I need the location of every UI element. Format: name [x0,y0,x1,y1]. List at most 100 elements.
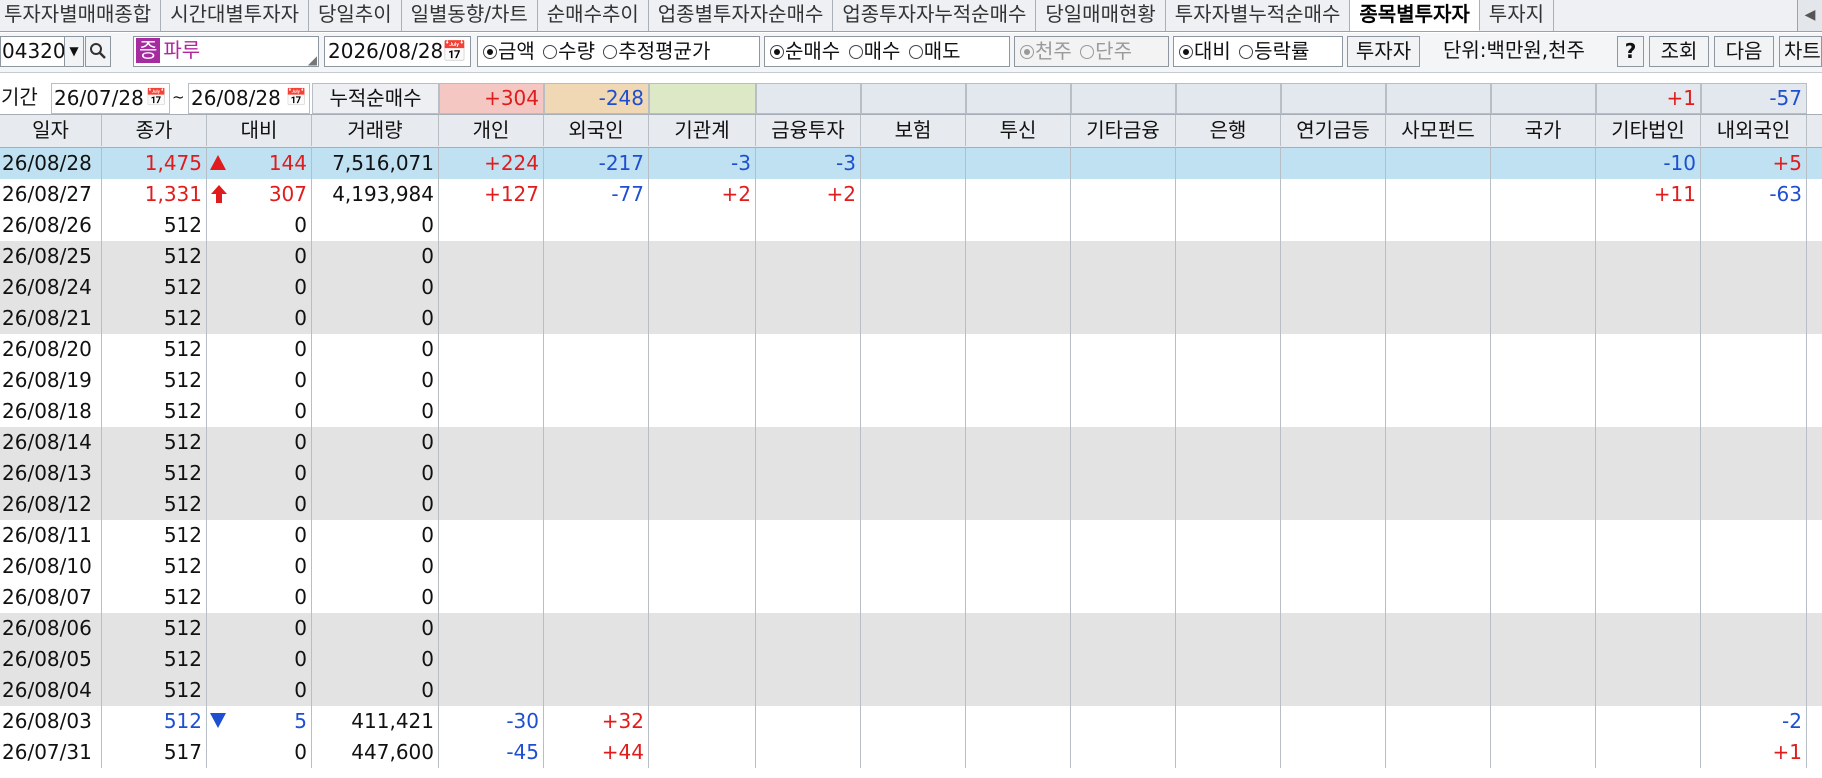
cell-value: 26/08/14 [2,430,92,454]
table-row[interactable]: 26/08/13 512 0 0 [0,458,1822,489]
table-row[interactable]: 26/08/19 512 0 0 [0,365,1822,396]
cell-종가: 512 [102,334,207,365]
table-row[interactable]: 26/08/04 512 0 0 [0,675,1822,706]
tab-0[interactable]: 투자자별매매종합 [0,0,162,31]
table-row[interactable]: 26/08/14 512 0 0 [0,427,1822,458]
table-row[interactable]: 26/07/31 517 0 447,600 -45 +44 +1 [0,737,1822,768]
to-calendar-icon[interactable]: 📅 [286,84,307,113]
radio-single-shares[interactable] [1080,45,1095,59]
col-header-5[interactable]: 외국인 [544,115,649,146]
col-header-14[interactable]: 국가 [1491,115,1596,146]
col-header-0[interactable]: 일자 [0,115,102,146]
radio-sell[interactable] [908,45,923,59]
cell-개인 [439,427,544,458]
radio-change-rate[interactable] [1239,45,1254,59]
col-header-2[interactable]: 대비 [207,115,312,146]
radio-buy[interactable] [848,45,863,59]
cell-기타법인 [1596,582,1701,613]
table-row[interactable]: 26/08/25 512 0 0 [0,241,1822,272]
table-row[interactable]: 26/08/10 512 0 0 [0,551,1822,582]
col-header-7[interactable]: 금융투자 [756,115,861,146]
table-row[interactable]: 26/08/06 512 0 0 [0,613,1822,644]
cell-내외국인 [1701,303,1807,334]
tab-9[interactable]: 종목별투자자 [1350,0,1480,31]
tab-scroll-left-icon[interactable]: ◀ [1797,0,1822,31]
col-header-6[interactable]: 기관계 [649,115,756,146]
table-row[interactable]: 26/08/21 512 0 0 [0,303,1822,334]
cell-국가 [1491,675,1596,706]
table-row[interactable]: 26/08/28 1,475 144 7,516,071 +224 -217 -3 -3 -10… [0,148,1822,179]
radio-compare[interactable] [1179,45,1193,59]
table-row[interactable]: 26/08/27 1,331 307 4,193,984 +127 -77 +2 +2 +11 -… [0,179,1822,210]
from-calendar-icon[interactable]: 📅 [146,84,167,113]
tab-10[interactable]: 투자지 [1480,0,1554,31]
tab-3[interactable]: 일별동향/차트 [402,0,538,31]
stock-code-input[interactable]: 043200 [0,36,78,67]
col-header-1[interactable]: 종가 [102,115,207,146]
tab-5[interactable]: 업종별투자자순매수 [649,0,834,31]
table-row[interactable]: 26/08/11 512 0 0 [0,520,1822,551]
investor-button[interactable]: 투자자 [1347,36,1420,67]
col-header-12[interactable]: 연기금등 [1281,115,1386,146]
cell-value: +127 [484,182,539,206]
cum-domestic-foreign: -57 [1701,83,1807,114]
search-button[interactable] [85,36,111,67]
tab-4[interactable]: 순매수추이 [538,0,649,31]
code-dropdown-icon[interactable]: ▼ [64,36,84,67]
table-row[interactable]: 26/08/05 512 0 0 [0,644,1822,675]
cell-국가 [1491,303,1596,334]
cell-value: +224 [484,151,539,175]
col-header-15[interactable]: 기타법인 [1596,115,1701,146]
radio-avg-price[interactable] [603,45,618,59]
help-button[interactable]: ? [1617,36,1644,67]
table-row[interactable]: 26/08/07 512 0 0 [0,582,1822,613]
table-row[interactable]: 26/08/03 512 5 411,421 -30 +32 -2 [0,706,1822,737]
col-header-16[interactable]: 내외국인 [1701,115,1807,146]
col-header-13[interactable]: 사모펀드 [1386,115,1491,146]
next-button[interactable]: 다음 [1714,36,1774,67]
cum-insurance [861,83,966,114]
table-row[interactable]: 26/08/18 512 0 0 [0,396,1822,427]
tab-7[interactable]: 당일매매현황 [1036,0,1166,31]
cell-대비: 0 [207,613,312,644]
cell-대비: 0 [207,582,312,613]
cell-사모펀드 [1386,706,1491,737]
col-header-4[interactable]: 개인 [439,115,544,146]
query-button[interactable]: 조회 [1649,36,1709,67]
cell-내외국인 [1701,489,1807,520]
cell-기타법인 [1596,241,1701,272]
cell-보험 [861,272,966,303]
table-row[interactable]: 26/08/12 512 0 0 [0,489,1822,520]
calendar-icon[interactable]: 📅 [442,37,467,66]
cell-대비: 0 [207,303,312,334]
period-to-field[interactable]: 26/08/28 📅 [188,83,310,114]
col-header-11[interactable]: 은행 [1176,115,1281,146]
tab-2[interactable]: 당일추이 [309,0,402,31]
col-header-10[interactable]: 기타금융 [1071,115,1176,146]
tab-8[interactable]: 투자자별누적순매수 [1166,0,1351,31]
radio-net-buy[interactable] [770,45,784,59]
col-header-8[interactable]: 보험 [861,115,966,146]
radio-amount[interactable] [483,45,497,59]
col-header-9[interactable]: 투신 [966,115,1071,146]
radio-quantity[interactable] [543,45,558,59]
cell-기타금융 [1071,148,1176,179]
col-header-3[interactable]: 거래량 [312,115,439,146]
table-row[interactable]: 26/08/20 512 0 0 [0,334,1822,365]
cell-은행 [1176,334,1281,365]
radio-thousand-shares[interactable] [1020,45,1034,59]
date-field[interactable]: 2026/08/28 📅 [324,36,471,67]
tab-1[interactable]: 시간대별투자자 [161,0,310,31]
table-row[interactable]: 26/08/26 512 0 0 [0,210,1822,241]
tab-6[interactable]: 업종투자자누적순매수 [833,0,1037,31]
period-from-field[interactable]: 26/07/28 📅 [51,83,170,114]
stock-name-field[interactable]: 증 파루 ◢ [133,36,319,67]
cell-금융투자 [756,334,861,365]
chart-button[interactable]: 차트 [1779,36,1822,67]
cum-institution [649,83,756,114]
table-row[interactable]: 26/08/24 512 0 0 [0,272,1822,303]
cell-거래량: 0 [312,613,439,644]
cum-nation [1491,83,1596,114]
cell-내외국인 [1701,210,1807,241]
cell-value: 0 [421,554,434,578]
